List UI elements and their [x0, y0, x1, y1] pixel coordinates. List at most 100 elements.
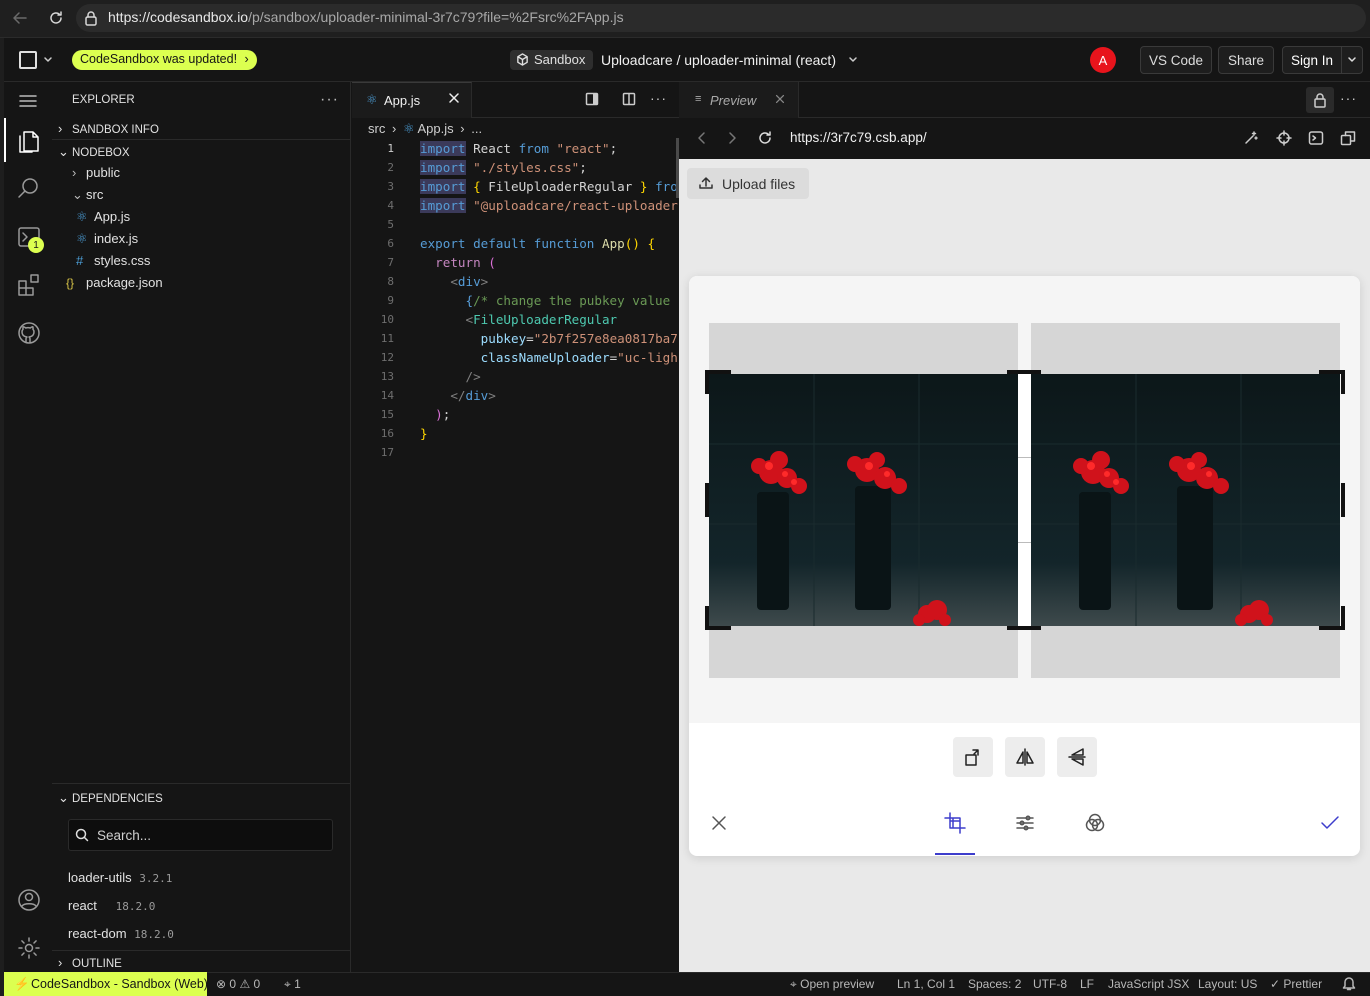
cancel-editor-button[interactable]: [709, 813, 729, 833]
open-preview-item[interactable]: ⌖ Open preview: [790, 977, 874, 992]
code-line[interactable]: <FileUploaderRegular: [420, 310, 679, 329]
code-line[interactable]: );: [420, 405, 679, 424]
tree-item-packagejson[interactable]: {} package.json: [66, 275, 163, 290]
breadcrumb-folder[interactable]: src: [368, 121, 385, 136]
menu-icon[interactable]: [19, 94, 37, 108]
settings-gear-icon[interactable]: [17, 936, 41, 960]
preview-back-icon[interactable]: [694, 130, 710, 146]
reload-icon[interactable]: [46, 8, 66, 28]
explorer-icon[interactable]: [16, 127, 40, 153]
code-line[interactable]: <div>: [420, 272, 679, 291]
close-icon[interactable]: [774, 93, 786, 105]
sign-in-menu-button[interactable]: [1341, 46, 1363, 74]
ports-indicator[interactable]: ⌖ 1: [284, 977, 301, 992]
tab-app-js[interactable]: ⚛ App.js: [352, 82, 472, 118]
problems-indicator[interactable]: ⊗ 0 ⚠ 0: [216, 977, 260, 991]
code-line[interactable]: import "./styles.css";: [420, 158, 679, 177]
code-line[interactable]: classNameUploader="uc-ligh: [420, 348, 679, 367]
dependencies-section[interactable]: ⌄ DEPENDENCIES: [58, 790, 163, 806]
project-title[interactable]: Uploadcare / uploader-minimal (react): [601, 52, 836, 68]
keyboard-layout[interactable]: Layout: US: [1198, 977, 1257, 991]
code-line[interactable]: export default function App() {: [420, 234, 679, 253]
crop-handles[interactable]: [704, 369, 1346, 631]
dependency-name: react: [68, 898, 97, 913]
more-actions-icon[interactable]: ···: [320, 91, 339, 109]
prettier-item[interactable]: ✓ Prettier: [1270, 977, 1322, 991]
avatar[interactable]: A: [1090, 47, 1116, 73]
back-icon[interactable]: [10, 8, 30, 28]
crosshair-icon[interactable]: [1276, 130, 1292, 146]
end-of-line[interactable]: LF: [1080, 977, 1094, 991]
code-line[interactable]: import { FileUploaderRegular } from: [420, 177, 679, 196]
github-icon[interactable]: [17, 321, 41, 345]
upload-files-button[interactable]: Upload files: [687, 168, 809, 199]
dependency-item[interactable]: react-dom 18.2.0: [68, 926, 174, 941]
filters-tab[interactable]: [1084, 812, 1106, 834]
preview-more-icon[interactable]: ···: [1340, 90, 1357, 106]
code-line[interactable]: />: [420, 367, 679, 386]
cursor-position[interactable]: Ln 1, Col 1: [897, 977, 955, 991]
nodebox-section[interactable]: ⌄ NODEBOX: [58, 144, 130, 160]
magic-icon[interactable]: [1243, 130, 1259, 146]
extensions-icon[interactable]: [17, 273, 41, 297]
line-number: 11: [380, 332, 394, 345]
tree-item-indexjs[interactable]: ⚛ index.js: [76, 231, 138, 247]
close-icon[interactable]: [447, 91, 461, 105]
code-line[interactable]: }: [420, 424, 679, 443]
code-line[interactable]: </div>: [420, 386, 679, 405]
apply-editor-button[interactable]: [1319, 813, 1341, 833]
lock-preview-button[interactable]: [1306, 87, 1334, 113]
notifications-bell-icon[interactable]: [1342, 976, 1356, 991]
flip-horizontal-button[interactable]: [1005, 737, 1045, 777]
workspace-menu-icon[interactable]: [19, 51, 37, 69]
adjust-tab[interactable]: [1015, 813, 1035, 833]
dependency-item[interactable]: loader-utils 3.2.1: [68, 870, 172, 885]
crop-tab[interactable]: [944, 812, 966, 834]
chevron-right-icon: ›: [72, 165, 77, 180]
preview-forward-icon[interactable]: [724, 130, 740, 146]
tree-item-public[interactable]: › public: [72, 165, 120, 180]
code-line[interactable]: import React from "react";: [420, 139, 679, 158]
encoding[interactable]: UTF-8: [1033, 977, 1067, 991]
breadcrumb-more[interactable]: ...: [471, 121, 482, 136]
indentation[interactable]: Spaces: 2: [968, 977, 1021, 991]
dependency-search-input[interactable]: Search...: [68, 819, 333, 851]
account-icon[interactable]: [17, 888, 41, 912]
chevron-down-icon[interactable]: [43, 56, 53, 64]
breadcrumb-file[interactable]: App.js: [418, 121, 454, 136]
sliders-icon: [1016, 815, 1034, 831]
sandbox-info-section[interactable]: › SANDBOX INFO: [58, 121, 159, 136]
dependency-name: react-dom: [68, 926, 127, 941]
update-badge[interactable]: CodeSandbox was updated! ›: [72, 50, 257, 70]
rotate-button[interactable]: [953, 737, 993, 777]
tree-item-appjs[interactable]: ⚛ App.js: [76, 209, 130, 225]
ports-count: 1: [294, 977, 301, 991]
project-chevron-icon[interactable]: [848, 56, 858, 64]
mirror-button[interactable]: [1057, 737, 1097, 777]
preview-refresh-icon[interactable]: [757, 130, 773, 146]
code-line[interactable]: import "@uploadcare/react-uploader: [420, 196, 679, 215]
split-editor-icon[interactable]: [585, 92, 599, 106]
line-number: 4: [387, 199, 394, 212]
open-new-window-icon[interactable]: [1340, 130, 1356, 146]
sign-in-button[interactable]: Sign In: [1282, 46, 1342, 74]
code-line[interactable]: return (: [420, 253, 679, 272]
dependency-item[interactable]: react 18.2.0: [68, 898, 155, 913]
vscode-button[interactable]: VS Code: [1140, 46, 1212, 74]
line-number: 13: [380, 370, 394, 383]
editor-more-icon[interactable]: ···: [650, 90, 667, 106]
tree-item-src[interactable]: ⌄ src: [72, 187, 103, 203]
tree-item-stylescss[interactable]: # styles.css: [76, 253, 150, 268]
remote-indicator[interactable]: ⚡ CodeSandbox - Sandbox (Web): [4, 972, 208, 996]
code-line[interactable]: {/* change the pubkey value: [420, 291, 679, 310]
preview-address-input[interactable]: https://3r7c79.csb.app/: [790, 130, 927, 145]
tab-preview[interactable]: ≡ Preview: [679, 82, 799, 118]
code-line[interactable]: pubkey="2b7f257e8ea0817ba7: [420, 329, 679, 348]
site-info-icon[interactable]: [84, 10, 98, 26]
layout-columns-icon[interactable]: [622, 92, 636, 106]
language-mode[interactable]: JavaScript JSX: [1108, 977, 1189, 991]
share-button[interactable]: Share: [1218, 46, 1274, 74]
search-icon[interactable]: [17, 176, 41, 200]
console-icon[interactable]: [1308, 130, 1324, 146]
outline-section[interactable]: › OUTLINE: [58, 955, 122, 970]
